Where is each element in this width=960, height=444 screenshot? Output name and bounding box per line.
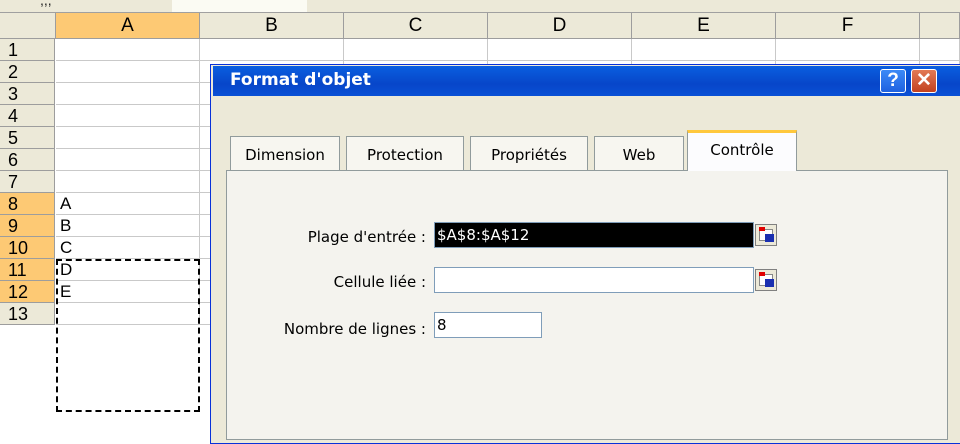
table-cell[interactable] [920, 39, 960, 61]
collapse-dialog-icon[interactable] [755, 224, 777, 246]
table-cell[interactable]: B [56, 215, 200, 237]
table-cell[interactable] [56, 39, 200, 61]
table-cell[interactable] [632, 39, 776, 61]
table-cell[interactable]: C [56, 237, 200, 259]
table-cell[interactable] [200, 39, 344, 61]
name-box-fragment [172, 0, 307, 12]
row-header[interactable]: 2 [0, 61, 55, 83]
help-icon[interactable]: ? [880, 69, 906, 93]
table-cell[interactable] [56, 149, 200, 171]
table-cell[interactable] [488, 39, 632, 61]
input-range-label: Plage d'entrée : [307, 228, 426, 246]
row-header[interactable]: 12 [0, 281, 55, 303]
copy-marquee [56, 259, 200, 412]
row-header[interactable]: 10 [0, 237, 55, 259]
table-cell[interactable] [776, 39, 920, 61]
column-header-e[interactable]: E [632, 13, 776, 39]
dropdown-lines-field[interactable]: 8 [434, 312, 542, 338]
dropdown-lines-label: Nombre de lignes : [283, 320, 426, 338]
row-header[interactable]: 1 [0, 39, 55, 61]
tab-protection[interactable]: Protection [346, 136, 464, 170]
table-cell[interactable] [56, 127, 200, 149]
control-tab-panel [226, 170, 948, 440]
linked-cell-label: Cellule liée : [333, 273, 426, 291]
column-header-b[interactable]: B [200, 13, 344, 39]
tab-web[interactable]: Web [594, 136, 684, 170]
tab-control[interactable]: Contrôle [687, 130, 797, 171]
column-header-d[interactable]: D [488, 13, 632, 39]
row-header[interactable]: 9 [0, 215, 55, 237]
table-cell[interactable] [56, 83, 200, 105]
select-all-corner[interactable] [0, 13, 56, 39]
row-header[interactable]: 11 [0, 259, 55, 281]
row-header[interactable]: 4 [0, 105, 55, 127]
column-header-g[interactable] [920, 13, 960, 39]
table-cell[interactable]: A [56, 193, 200, 215]
linked-cell-field[interactable] [434, 267, 754, 293]
formula-fragment: ,,, [40, 0, 52, 8]
row-header[interactable]: 3 [0, 83, 55, 105]
dialog-title: Format d'objet [230, 70, 371, 90]
formula-bar-strip: ,,, [0, 0, 960, 13]
input-range-field[interactable]: $A$8:$A$12 [434, 222, 754, 248]
tab-dimension[interactable]: Dimension [230, 136, 340, 170]
table-cell[interactable] [56, 105, 200, 127]
row-header[interactable]: 8 [0, 193, 55, 215]
column-header-a[interactable]: A [56, 13, 200, 39]
column-header-f[interactable]: F [776, 13, 920, 39]
table-cell[interactable] [56, 171, 200, 193]
row-header[interactable]: 7 [0, 171, 55, 193]
tab-properties[interactable]: Propriétés [470, 136, 588, 170]
close-icon[interactable]: ✕ [911, 69, 937, 93]
table-cell[interactable] [344, 39, 488, 61]
row-header[interactable]: 6 [0, 149, 55, 171]
row-header[interactable]: 13 [0, 303, 55, 325]
row-header[interactable]: 5 [0, 127, 55, 149]
column-header-c[interactable]: C [344, 13, 488, 39]
table-cell[interactable] [56, 61, 200, 83]
collapse-dialog-icon[interactable] [755, 269, 777, 291]
